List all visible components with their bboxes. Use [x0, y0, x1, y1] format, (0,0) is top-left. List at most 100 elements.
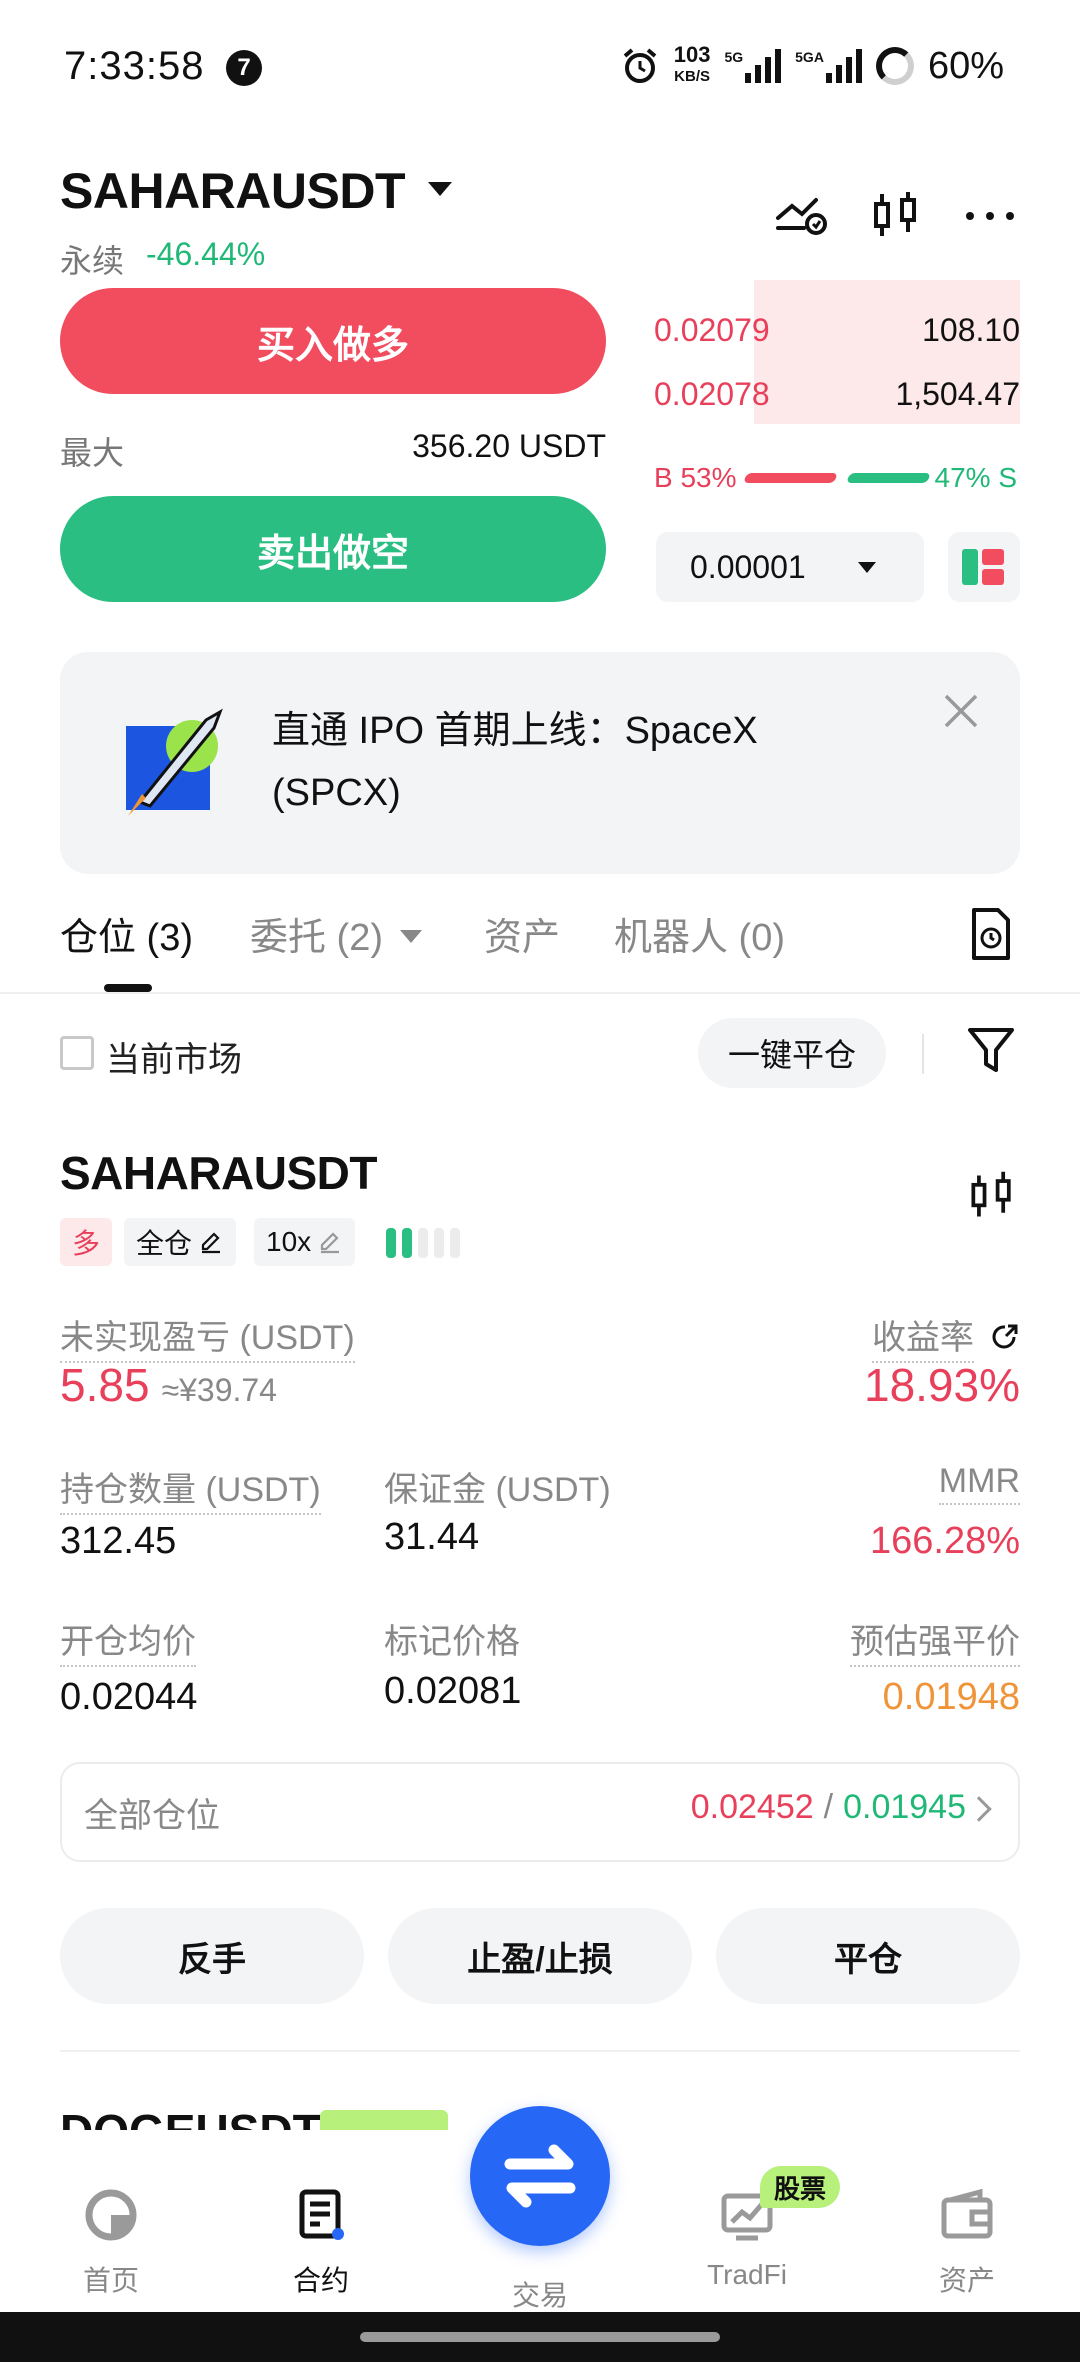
mmr-value: 166.28% [869, 1520, 1020, 1562]
buy-ratio-bar [742, 473, 838, 483]
max-value: 356.20 USDT [412, 428, 606, 464]
margin-mode-tag[interactable]: 全仓 [124, 1218, 237, 1266]
unrealized-pnl-value: 5.85 [60, 1359, 150, 1411]
candlestick-chart-icon[interactable] [866, 190, 926, 240]
nav-home[interactable]: 首页 [36, 2188, 186, 2299]
tab-orders[interactable]: 委托 (2) [250, 906, 383, 961]
next-position-tag [320, 2110, 448, 2132]
buy-ratio-label: B 53% [654, 462, 737, 493]
tab-bots[interactable]: 机器人 (0) [614, 906, 785, 961]
margin-value[interactable]: 31.44 [384, 1516, 479, 1559]
current-market-checkbox[interactable] [60, 1036, 94, 1070]
tab-positions[interactable]: 仓位 (3) [60, 906, 193, 961]
nav-tradfi-label: TradFi [707, 2259, 787, 2290]
nav-home-label: 首页 [82, 2265, 139, 2296]
precision-select[interactable]: 0.00001 [656, 532, 924, 602]
nav-futures[interactable]: 合约 [246, 2188, 396, 2299]
home-icon [85, 2189, 137, 2241]
mark-price-label: 标记价格 [384, 1623, 520, 1661]
leverage-tag[interactable]: 10x [254, 1218, 356, 1266]
status-time: 7:33:58 [64, 44, 205, 88]
take-profit-value: 0.02452 [690, 1788, 814, 1826]
reverse-button[interactable]: 反手 [60, 1908, 364, 2004]
edit-icon [321, 1232, 340, 1254]
orderbook-layout-icon[interactable] [948, 532, 1020, 602]
liq-price-label[interactable]: 预估强平价 [850, 1614, 1020, 1667]
nav-futures-label: 合约 [292, 2265, 349, 2296]
sell-ratio-bar [845, 473, 931, 483]
tab-active-indicator [104, 984, 152, 992]
position-size-value: 312.45 [60, 1520, 177, 1562]
ask-qty: 108.10 [922, 311, 1020, 348]
adl-indicator [386, 1228, 460, 1258]
symbol-selector[interactable]: SAHARAUSDT [60, 162, 406, 220]
all-positions-label: 全部仓位 [84, 1797, 220, 1835]
mark-price-value: 0.02081 [384, 1670, 522, 1712]
nav-assets[interactable]: 资产 [892, 2188, 1042, 2299]
nav-trade-label: 交易 [511, 2280, 568, 2311]
roe-label: 收益率 [872, 1310, 974, 1363]
ask-price: 0.02078 [654, 375, 770, 412]
orderbook-ask-row[interactable]: 0.02079 108.10 [654, 298, 1020, 362]
leverage-label: 10x [266, 1226, 312, 1257]
price-change: -46.44% [146, 236, 266, 272]
notification-badge: 7 [226, 50, 262, 86]
banner-text: 直通 IPO 首期上线：SpaceX (SPCX) [272, 710, 758, 814]
status-icons: 103 KB/S 5G 5GA 60% [620, 40, 1004, 92]
unrealized-pnl: 5.85 ≈¥39.74 [60, 1358, 277, 1412]
current-market-label[interactable]: 当前市场 [106, 1032, 242, 1081]
divider [0, 992, 1080, 994]
entry-price-value: 0.02044 [60, 1676, 198, 1718]
net-speed: 103 KB/S [673, 42, 711, 86]
precision-value: 0.00001 [690, 548, 806, 585]
home-gesture-handle[interactable] [360, 2332, 720, 2342]
alarm-icon [623, 48, 657, 83]
caret-down-icon[interactable] [428, 182, 452, 196]
tp-sl-button[interactable]: 止盈/止损 [388, 1908, 692, 2004]
status-bar: 7:33:58 7 103 KB/S 5G 5GA 60% [0, 0, 1080, 130]
sell-ratio-label: 47% S [934, 462, 1018, 493]
stock-badge: 股票 [760, 2166, 841, 2208]
entry-price-label[interactable]: 开仓均价 [60, 1614, 196, 1667]
caret-down-icon [858, 562, 876, 573]
position-symbol[interactable]: SAHARAUSDT [60, 1146, 378, 1200]
trade-fab[interactable] [470, 2106, 610, 2246]
liq-price-value: 0.01948 [882, 1676, 1020, 1718]
close-all-button[interactable]: 一键平仓 [698, 1018, 886, 1088]
ask-price: 0.02079 [654, 311, 770, 348]
close-position-button[interactable]: 平仓 [716, 1908, 1020, 2004]
share-icon[interactable] [990, 1322, 1020, 1352]
more-icon[interactable] [960, 190, 1020, 240]
close-icon[interactable] [940, 690, 982, 732]
ask-qty: 1,504.47 [895, 375, 1020, 412]
filter-icon[interactable] [966, 1024, 1016, 1074]
side-tag: 多 [60, 1218, 113, 1266]
margin-label: 保证金 (USDT) [384, 1471, 611, 1509]
swap-icon [504, 2144, 576, 2208]
mmr-label[interactable]: MMR [938, 1462, 1020, 1505]
unrealized-pnl-cny: ≈¥39.74 [161, 1372, 277, 1408]
position-size-label[interactable]: 持仓数量 (USDT) [60, 1462, 321, 1515]
next-position-symbol[interactable]: DOGEUSDT [60, 2104, 321, 2132]
signal-5ga: 5GA [795, 49, 862, 83]
divider [60, 2050, 1020, 2052]
stop-loss-value: 0.01945 [843, 1788, 966, 1826]
signal-5g: 5G [724, 49, 782, 83]
history-icon[interactable] [966, 906, 1016, 962]
nav-trade[interactable]: 交易 [465, 2274, 615, 2314]
rocket-logo-icon [126, 708, 223, 816]
unrealized-pnl-label[interactable]: 未实现盈亏 (USDT) [60, 1310, 355, 1363]
sell-short-button[interactable]: 卖出做空 [60, 496, 606, 602]
buy-long-button[interactable]: 买入做多 [60, 288, 606, 394]
tpsl-values: 0.02452 / 0.01945 [691, 1788, 966, 1827]
roe-header[interactable]: 收益率 [872, 1310, 1020, 1363]
margin-mode-label: 全仓 [136, 1228, 193, 1259]
roe-value: 18.93% [863, 1359, 1020, 1411]
edit-icon [201, 1232, 221, 1254]
contract-type: 永续 [60, 243, 125, 279]
orderbook-ask-row[interactable]: 0.02078 1,504.47 [654, 362, 1020, 426]
candlestick-chart-icon[interactable] [964, 1168, 1020, 1224]
tab-assets[interactable]: 资产 [484, 906, 560, 961]
price-alert-icon[interactable] [772, 190, 832, 240]
caret-down-icon[interactable] [400, 930, 422, 943]
